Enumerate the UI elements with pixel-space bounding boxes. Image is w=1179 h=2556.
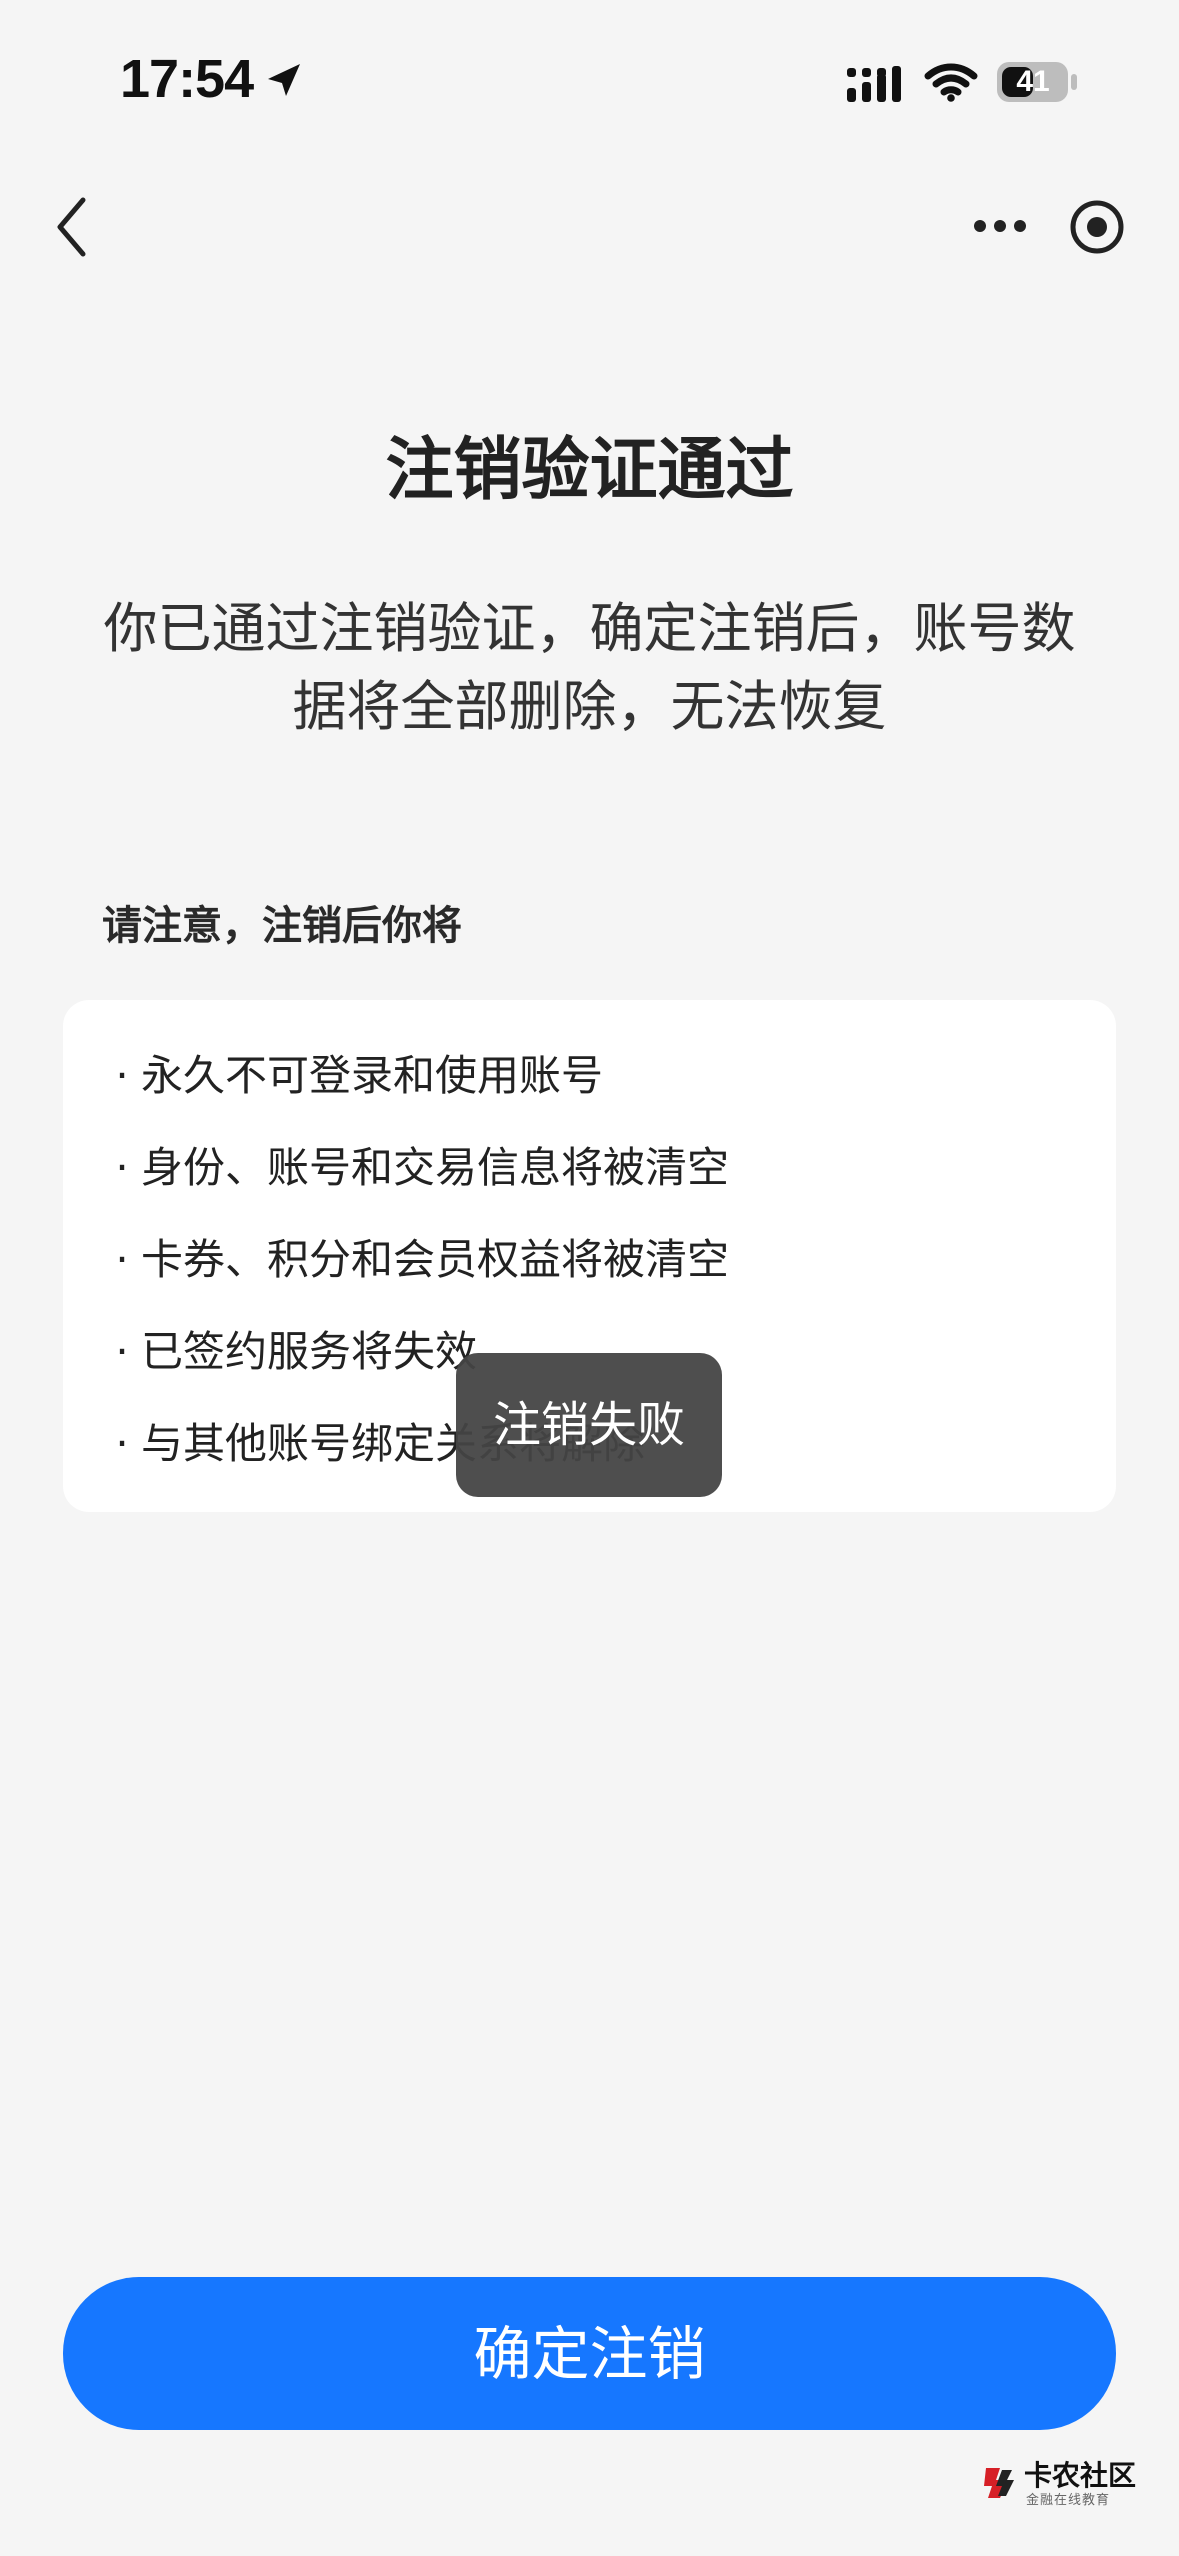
- watermark-logo-icon: [984, 2468, 1014, 2498]
- watermark-title: 卡农社区: [1024, 2459, 1137, 2492]
- notice-section-label: 请注意，注销后你将: [102, 903, 462, 949]
- watermark: 卡农社区 金融在线教育: [978, 2460, 1158, 2520]
- bullet-icon: ·: [115, 1418, 129, 1468]
- notice-text: 永久不可登录和使用账号: [141, 1050, 604, 1100]
- more-dots-icon: [974, 220, 1026, 232]
- bullet-icon: ·: [115, 1050, 129, 1100]
- location-arrow-icon: [268, 64, 300, 96]
- notice-text: 卡券、积分和会员权益将被清空: [141, 1234, 730, 1284]
- chevron-left-icon: [57, 197, 86, 257]
- wifi-icon: [924, 63, 978, 102]
- more-button[interactable]: [965, 196, 1035, 256]
- battery-level: 41: [1016, 65, 1050, 98]
- notice-text: 已签约服务将失效: [141, 1326, 478, 1376]
- status-bar: 17:54 41: [0, 0, 1179, 150]
- status-time: 17:54: [120, 49, 254, 109]
- target-circle-icon: [1070, 200, 1124, 254]
- deactivation-description: 你已通过注销验证，确定注销后，账号数据将全部删除，无法恢复: [103, 597, 1076, 738]
- target-circle-button[interactable]: [1064, 194, 1130, 260]
- page-title: 注销验证通过: [385, 431, 794, 510]
- error-toast: 注销失败: [456, 1353, 722, 1497]
- notice-item: · 永久不可登录和使用账号: [63, 1030, 1116, 1122]
- notice-text: 身份、账号和交易信息将被清空: [141, 1142, 730, 1192]
- account-deactivation-screen: 17:54 41 注销验证通过 你已通过注销验证，确定注销后，账号数据将全部删除…: [0, 0, 1179, 2556]
- notice-item: · 卡券、积分和会员权益将被清空: [63, 1214, 1116, 1306]
- back-button[interactable]: [42, 190, 102, 264]
- watermark-subtitle: 金融在线教育: [1026, 2493, 1111, 2508]
- bullet-icon: ·: [115, 1234, 129, 1284]
- notice-item: · 身份、账号和交易信息将被清空: [63, 1122, 1116, 1214]
- bullet-icon: ·: [115, 1326, 129, 1376]
- bullet-icon: ·: [115, 1142, 129, 1192]
- confirm-deactivation-button[interactable]: 确定注销: [63, 2277, 1116, 2430]
- cellular-signal-icon: [847, 66, 901, 102]
